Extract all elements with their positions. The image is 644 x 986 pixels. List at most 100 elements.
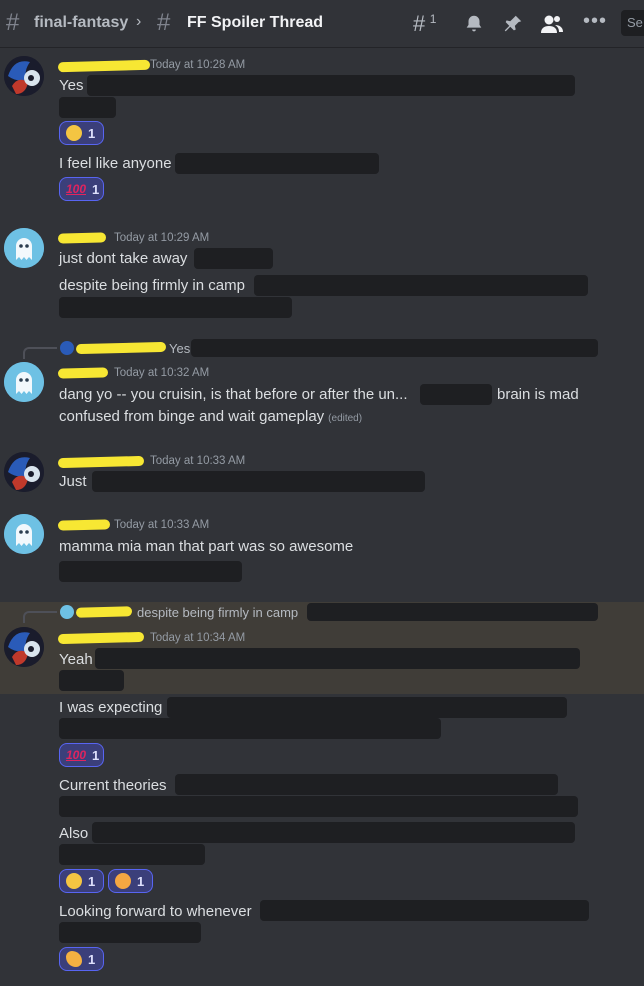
avatar[interactable] [4, 362, 44, 402]
spoiler-block[interactable] [59, 718, 441, 739]
message-text: Yeah [59, 651, 93, 668]
screaming-face-icon [66, 873, 82, 889]
avatar-image [4, 452, 44, 492]
username-redacted[interactable] [57, 455, 145, 469]
spoiler-block[interactable] [87, 75, 575, 96]
hundred-points-icon: 100 [66, 748, 87, 762]
spoiler-block[interactable] [59, 297, 292, 318]
reaction-count: 1 [137, 873, 145, 889]
timestamp: Today at 10:29 AM [114, 232, 210, 244]
reply-connector [23, 611, 57, 623]
avatar[interactable] [4, 514, 44, 554]
message-text: Just [59, 473, 87, 490]
username-redacted[interactable] [57, 367, 109, 379]
message-text: I feel like anyone [59, 155, 172, 172]
star-struck-icon [115, 873, 131, 889]
spoiler-block[interactable] [92, 822, 575, 843]
timestamp: Today at 10:32 AM [114, 367, 210, 379]
message-text: Current theories [59, 777, 167, 794]
members-icon[interactable] [540, 13, 564, 35]
ghost-avatar-icon [4, 514, 44, 554]
spoiler-block[interactable] [254, 275, 588, 296]
reply-avatar [60, 341, 74, 355]
message-text: dang yo -- you cruisin, is that before o… [59, 386, 408, 403]
timestamp: Today at 10:33 AM [150, 455, 246, 467]
ghost-avatar-icon [4, 228, 44, 268]
avatar[interactable] [4, 56, 44, 96]
channel-hash-icon: # [6, 9, 20, 36]
spoiler-block[interactable] [175, 153, 379, 174]
spoiler-block[interactable] [167, 697, 567, 718]
message-text: brain is mad [497, 386, 579, 403]
reply-avatar [60, 605, 74, 619]
message-text: confused from binge and wait gameplay (ed… [59, 408, 362, 425]
spoiler-block[interactable] [175, 774, 558, 795]
spoiler-block[interactable] [191, 339, 598, 357]
message-text-line: confused from binge and wait gameplay [59, 408, 325, 425]
thread-header: # final-fantasy › # FF Spoiler Thread # … [0, 0, 644, 48]
timestamp: Today at 10:28 AM [150, 59, 246, 71]
avatar-image [4, 627, 44, 667]
username-redacted[interactable] [57, 232, 107, 244]
message-text: despite being firmly in camp [59, 277, 245, 294]
avatar[interactable] [4, 228, 44, 268]
reply-connector [23, 347, 57, 359]
avatar-image [4, 56, 44, 96]
message-text: just dont take away [59, 250, 188, 267]
avatar[interactable] [4, 627, 44, 667]
spoiler-block[interactable] [59, 844, 205, 865]
search-input[interactable]: Se [621, 10, 644, 36]
crying-face-icon [66, 125, 82, 141]
bell-icon[interactable] [463, 13, 485, 35]
edited-label: (edited) [328, 413, 363, 424]
spoiler-block[interactable] [92, 471, 425, 492]
flexed-biceps-icon [66, 951, 82, 967]
reaction-button[interactable]: 1 [108, 869, 153, 893]
username-redacted[interactable] [75, 341, 167, 355]
message-text: Yes [59, 77, 84, 94]
reaction-count: 1 [92, 747, 100, 763]
spoiler-block[interactable] [260, 900, 589, 921]
timestamp: Today at 10:34 AM [150, 632, 246, 644]
spoiler-block[interactable] [59, 97, 116, 118]
reaction-count: 1 [88, 951, 96, 967]
ghost-avatar-icon [4, 362, 44, 402]
threads-button[interactable]: # 1 [413, 12, 436, 36]
pin-icon[interactable] [502, 13, 524, 35]
message-text: Also [59, 825, 89, 842]
reaction-button[interactable]: 1 [59, 121, 104, 145]
username-redacted[interactable] [57, 59, 151, 73]
reaction-button[interactable]: 100 1 [59, 743, 104, 767]
message-text: I was expecting [59, 699, 163, 716]
spoiler-block[interactable] [59, 796, 578, 817]
reaction-button[interactable]: 1 [59, 947, 104, 971]
avatar[interactable] [4, 452, 44, 492]
more-options-icon[interactable]: ••• [583, 10, 607, 33]
spoiler-block[interactable] [307, 603, 598, 621]
chevron-right-icon: › [136, 13, 142, 30]
spoiler-block[interactable] [59, 670, 124, 691]
spoiler-block[interactable] [59, 922, 201, 943]
message-text: mamma mia man that part was so awesome [59, 538, 354, 555]
hundred-points-icon: 100 [66, 182, 87, 196]
spoiler-block[interactable] [59, 561, 242, 582]
reaction-count: 1 [88, 125, 96, 141]
reaction-button[interactable]: 1 [59, 869, 104, 893]
threads-icon: # [413, 11, 426, 36]
message-text: Looking forward to whenever [59, 903, 252, 920]
thread-title: FF Spoiler Thread [187, 14, 324, 31]
reaction-button[interactable]: 100 1 [59, 177, 104, 201]
username-redacted[interactable] [57, 519, 111, 531]
spoiler-block[interactable] [420, 384, 492, 405]
username-redacted[interactable] [75, 606, 133, 618]
threads-count: 1 [429, 12, 437, 26]
channel-breadcrumb[interactable]: final-fantasy [34, 14, 128, 32]
reaction-count: 1 [92, 181, 100, 197]
thread-icon: # [157, 9, 171, 36]
reply-preview[interactable]: despite being firmly in camp [137, 605, 298, 620]
reply-preview[interactable]: Yes [169, 341, 190, 356]
spoiler-block[interactable] [194, 248, 273, 269]
timestamp: Today at 10:33 AM [114, 519, 210, 531]
reaction-count: 1 [88, 873, 96, 889]
spoiler-block[interactable] [95, 648, 580, 669]
